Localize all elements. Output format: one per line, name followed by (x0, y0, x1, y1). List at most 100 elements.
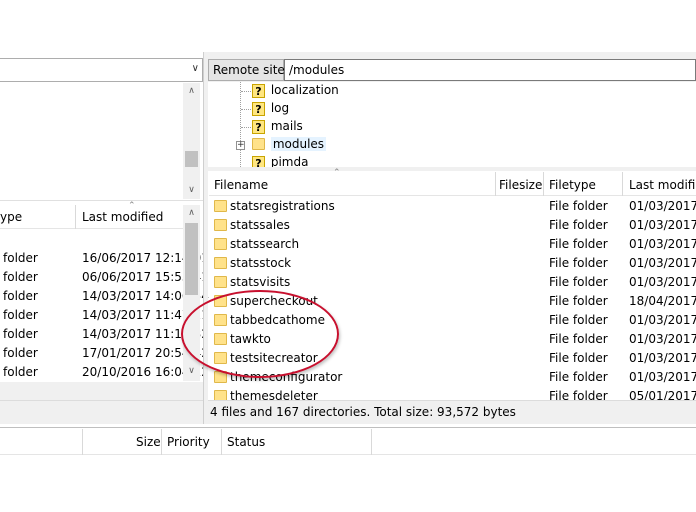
queue-header: Size Priority Status (0, 429, 696, 455)
file-modified: 01/03/2017 1 (629, 370, 696, 384)
local-row-type: folder (3, 327, 38, 341)
file-type: File folder (549, 389, 608, 400)
local-column-last-modified[interactable]: Last modified (82, 210, 163, 224)
list-item[interactable]: folder 16/06/2017 12:14:01 (0, 249, 209, 268)
tree-item-label: log (270, 101, 290, 115)
table-row[interactable]: statsstock File folder 01/03/2017 1 (209, 254, 696, 273)
queue-column-priority[interactable]: Priority (167, 435, 210, 449)
file-name: statsvisits (230, 275, 291, 289)
file-modified: 05/01/2017 2 (629, 389, 696, 400)
remote-list-header: Filename ⌃ Filesize Filetype Last modifi… (209, 168, 696, 196)
file-modified: 01/03/2017 1 (629, 256, 696, 270)
file-type: File folder (549, 256, 608, 270)
scroll-thumb[interactable] (185, 223, 198, 295)
local-row-type: folder (3, 365, 38, 379)
tree-item-pimda[interactable]: ? pimda (252, 155, 308, 167)
file-modified: 01/03/2017 1 (629, 332, 696, 346)
file-type: File folder (549, 294, 608, 308)
file-type: File folder (549, 313, 608, 327)
scroll-down-icon[interactable]: ∨ (183, 363, 200, 380)
scroll-thumb[interactable] (185, 151, 198, 167)
queue-column-size[interactable]: Size (136, 435, 161, 449)
local-site-combobox[interactable]: ∨ (0, 58, 203, 82)
chevron-down-icon[interactable]: ∨ (192, 63, 199, 74)
list-item[interactable]: folder 14/03/2017 11:19:32 (0, 325, 209, 344)
local-row-type: folder (3, 270, 38, 284)
file-type: File folder (549, 218, 608, 232)
column-filetype[interactable]: Filetype (549, 178, 596, 192)
folder-icon (214, 390, 227, 400)
tree-item-label: mails (270, 119, 303, 133)
folder-icon (214, 238, 227, 250)
table-row[interactable]: statsregistrations File folder 01/03/201… (209, 197, 696, 216)
file-name: statsstock (230, 256, 292, 270)
file-type: File folder (549, 332, 608, 346)
tree-item-log[interactable]: ? log (252, 101, 289, 119)
tree-item-localization[interactable]: ? localization (252, 83, 339, 101)
folder-icon (214, 276, 227, 288)
queue-column-status[interactable]: Status (227, 435, 265, 449)
local-row-type: folder (3, 289, 38, 303)
file-modified: 18/04/2017 2 (629, 294, 696, 308)
folder-icon (214, 200, 227, 212)
list-item[interactable]: folder 06/06/2017 15:53:41 (0, 268, 209, 287)
list-item[interactable]: folder 14/03/2017 14:06:54 (0, 287, 209, 306)
tree-item-modules[interactable]: modules (252, 137, 327, 155)
file-type: File folder (549, 275, 608, 289)
remote-path-input[interactable]: /modules (284, 59, 696, 81)
local-tree-scrollbar[interactable]: ∧ ∨ (183, 83, 200, 199)
unknown-folder-icon: ? (252, 119, 265, 134)
scroll-up-icon[interactable]: ∧ (183, 205, 200, 222)
file-modified: 01/03/2017 1 (629, 351, 696, 365)
table-row[interactable]: statssearch File folder 01/03/2017 1 (209, 235, 696, 254)
highlight-ellipse (181, 290, 339, 378)
table-row[interactable]: statsvisits File folder 01/03/2017 1 (209, 273, 696, 292)
folder-icon (252, 137, 265, 150)
local-list-header: ype Last modified ⌃ (0, 201, 183, 229)
unknown-folder-icon: ? (252, 83, 265, 98)
folder-icon (214, 219, 227, 231)
table-row[interactable]: statssales File folder 01/03/2017 1 (209, 216, 696, 235)
file-type: File folder (549, 199, 608, 213)
tree-item-label: modules (270, 137, 327, 151)
local-row-type: folder (3, 308, 38, 322)
folder-icon (214, 257, 227, 269)
list-item[interactable]: folder 17/01/2017 20:54:42 (0, 344, 209, 363)
tree-item-label: localization (270, 83, 339, 97)
local-row-type: folder (3, 251, 38, 265)
file-type: File folder (549, 370, 608, 384)
local-column-type[interactable]: ype (0, 210, 22, 224)
file-modified: 01/03/2017 1 (629, 218, 696, 232)
remote-status-text: 4 files and 167 directories. Total size:… (210, 405, 516, 419)
file-name: statssales (230, 218, 290, 232)
scroll-up-icon[interactable]: ∧ (183, 83, 200, 100)
scroll-down-icon[interactable]: ∨ (183, 182, 200, 199)
file-name: statssearch (230, 237, 300, 251)
file-type: File folder (549, 351, 608, 365)
sort-indicator-icon: ⌃ (128, 201, 136, 211)
file-name: themesdeleter (230, 389, 318, 400)
file-modified: 01/03/2017 1 (629, 275, 696, 289)
local-row-type: folder (3, 346, 38, 360)
sort-indicator-icon: ⌃ (333, 168, 341, 178)
tree-item-mails[interactable]: ? mails (252, 119, 303, 137)
column-last-modified[interactable]: Last modified (629, 178, 696, 192)
local-status-area (0, 400, 203, 424)
list-item[interactable]: folder 14/03/2017 11:47:21 (0, 306, 209, 325)
column-filesize[interactable]: Filesize (499, 178, 542, 192)
local-status-bar (0, 382, 203, 400)
file-type: File folder (549, 237, 608, 251)
remote-status-bar: 4 files and 167 directories. Total size:… (208, 400, 696, 424)
file-modified: 01/03/2017 1 (629, 237, 696, 251)
tree-item-label: pimda (270, 155, 309, 167)
list-item[interactable]: folder 20/10/2016 16:04:12 (0, 363, 209, 382)
remote-site-label: Remote site: (208, 59, 289, 81)
file-modified: 01/03/2017 1 (629, 313, 696, 327)
table-row[interactable]: themesdeleter File folder 05/01/2017 2 (209, 387, 696, 400)
column-filename[interactable]: Filename (214, 178, 268, 192)
unknown-folder-icon: ? (252, 101, 265, 116)
unknown-folder-icon: ? (252, 155, 265, 167)
expand-plus-icon[interactable]: + (236, 141, 245, 150)
file-name: statsregistrations (230, 199, 335, 213)
file-modified: 01/03/2017 1 (629, 199, 696, 213)
